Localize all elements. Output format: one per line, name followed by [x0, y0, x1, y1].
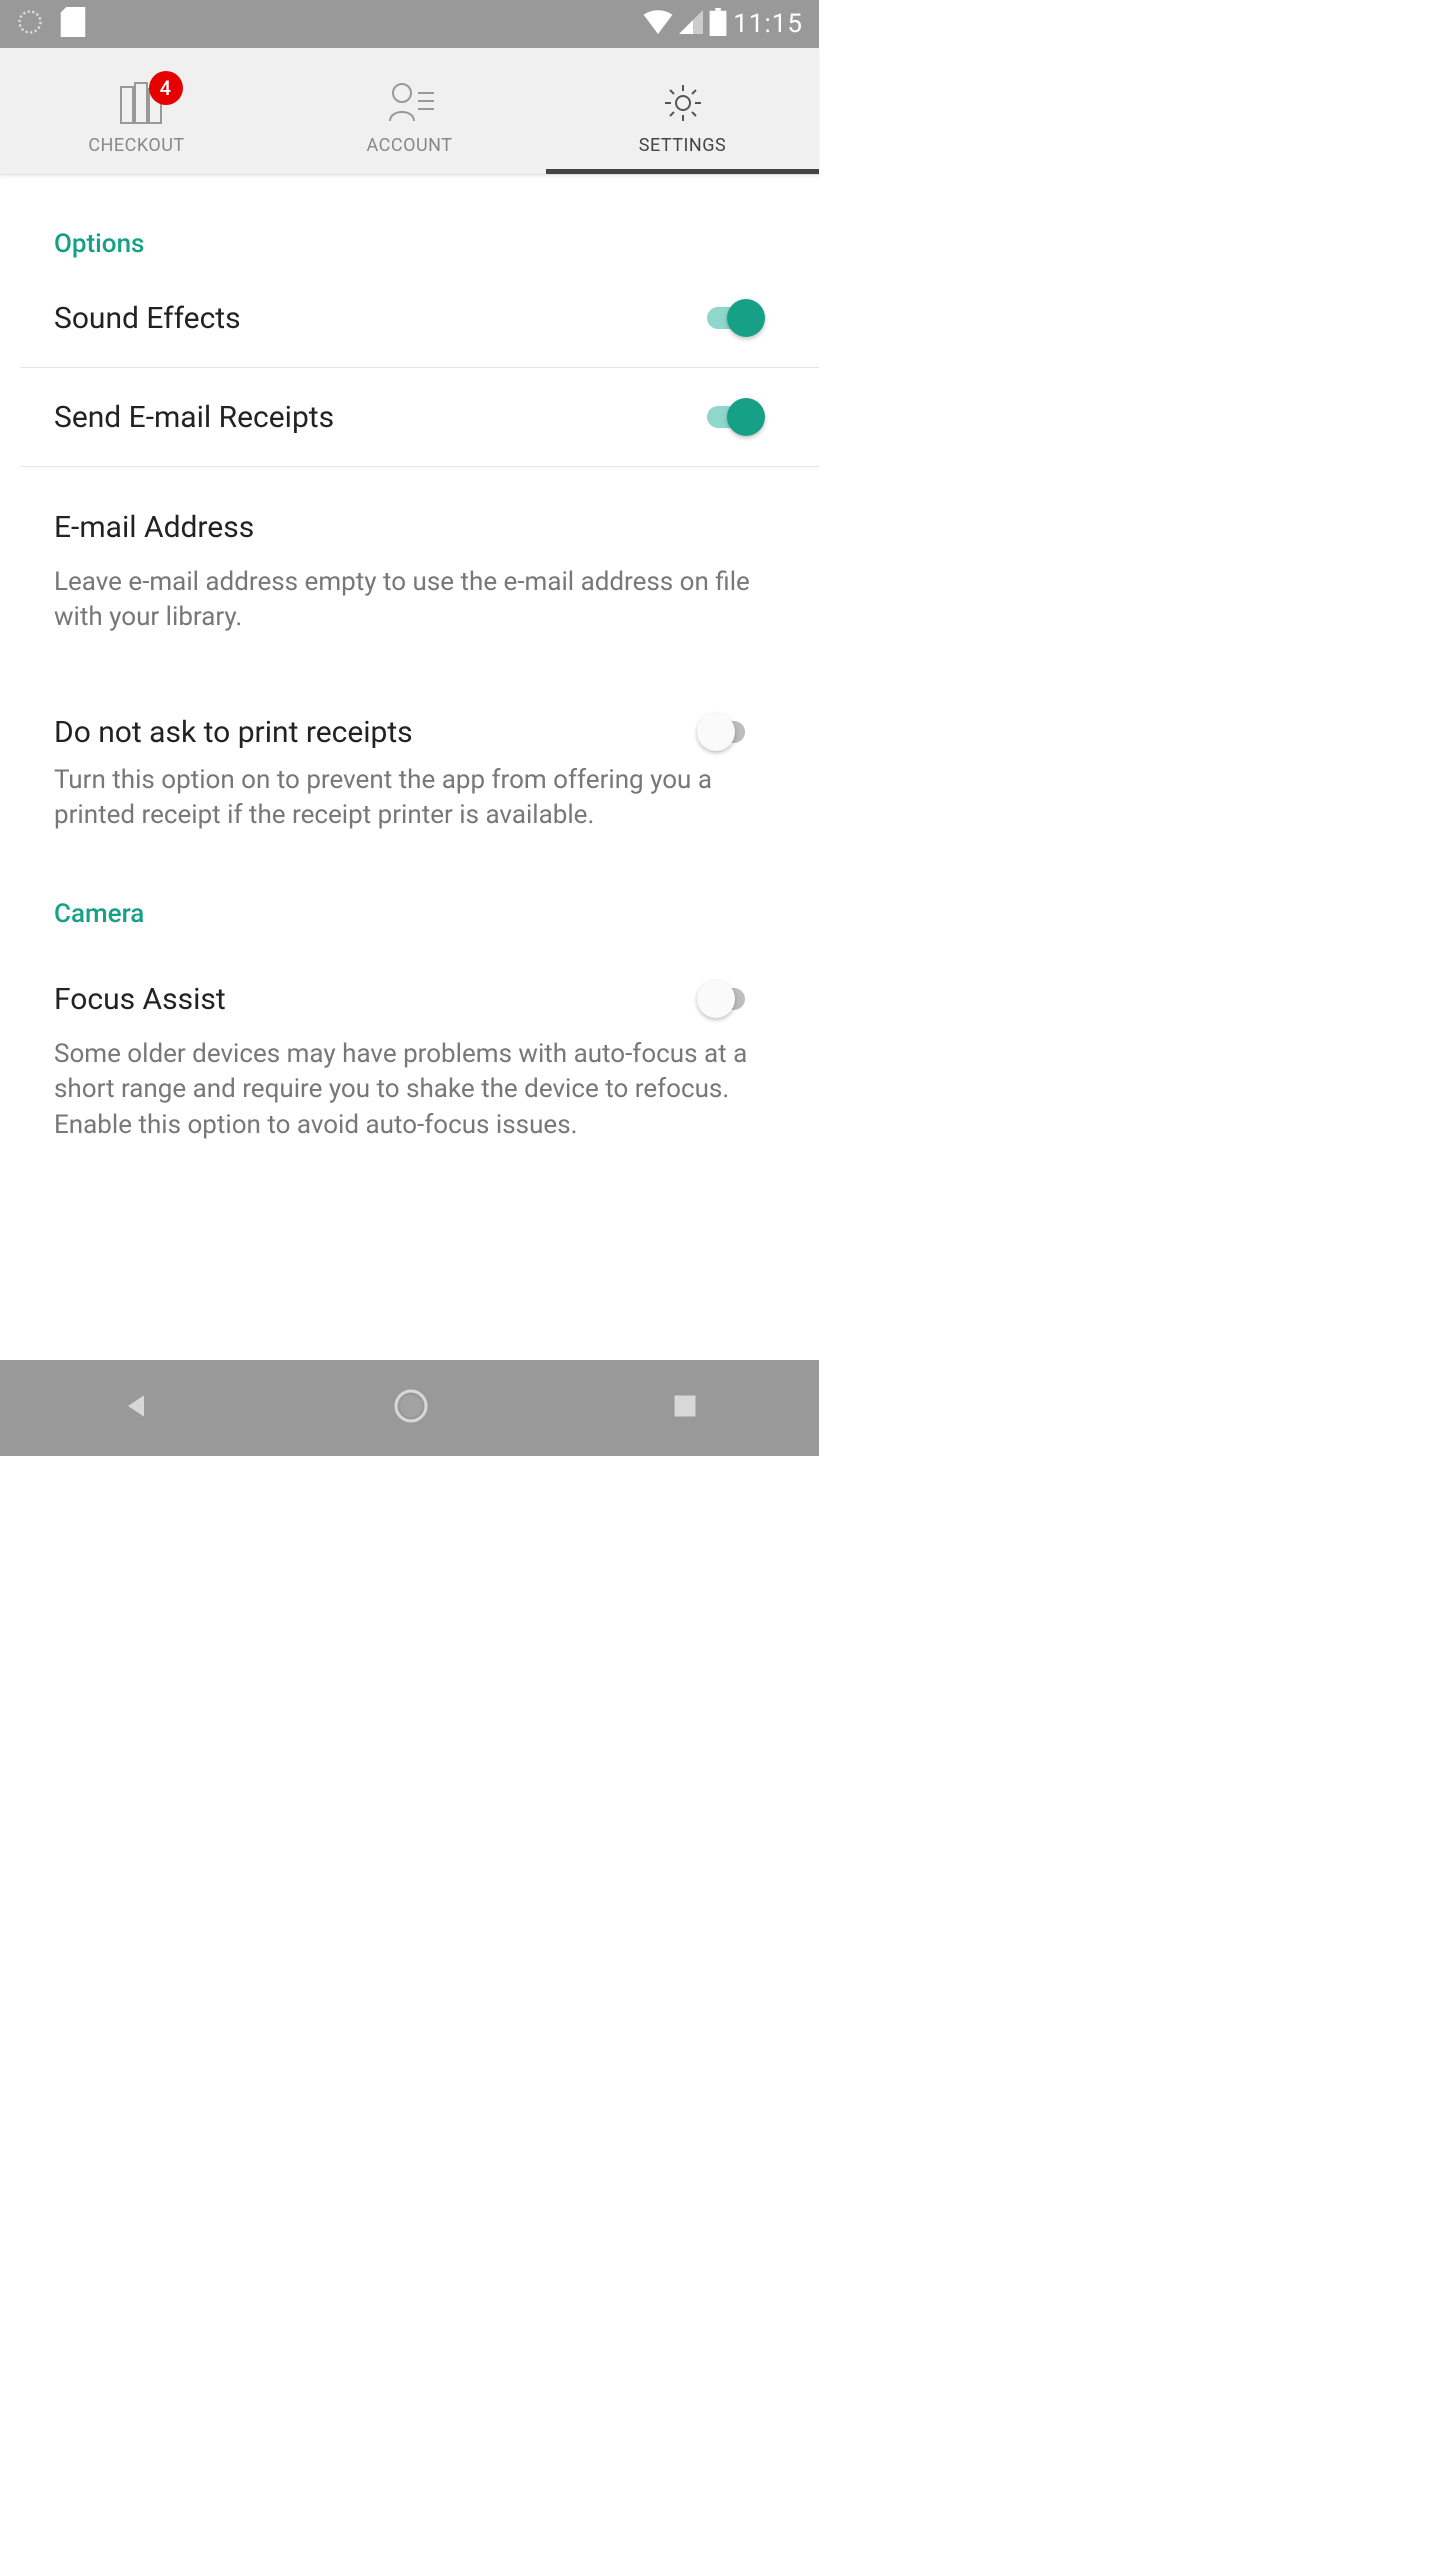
toggle-thumb: [727, 398, 765, 436]
section-title-options: Options: [0, 175, 819, 269]
toggle-sound-effects[interactable]: [697, 299, 765, 337]
row-label: E-mail Address: [54, 510, 765, 545]
toggle-thumb: [697, 980, 735, 1018]
toggle-thumb: [727, 299, 765, 337]
email-address-hint: Leave e-mail address empty to use the e-…: [0, 557, 819, 665]
checkout-badge: 4: [149, 71, 183, 105]
spinner-icon: [16, 8, 44, 40]
sd-card-icon: [60, 7, 86, 41]
tab-account[interactable]: ACCOUNT: [273, 48, 546, 174]
home-icon[interactable]: [391, 1386, 431, 1430]
tab-checkout[interactable]: 4 CHECKOUT: [0, 48, 273, 174]
tab-settings[interactable]: SETTINGS: [546, 48, 819, 174]
system-nav-bar: [0, 1360, 819, 1456]
tab-bar: 4 CHECKOUT ACCOUNT SETTINGS: [0, 48, 819, 175]
row-focus-assist[interactable]: Focus Assist: [0, 939, 819, 1029]
settings-scroll[interactable]: Options Sound Effects Send E-mail Receip…: [0, 175, 819, 1360]
row-label: Sound Effects: [54, 301, 697, 336]
battery-icon: [709, 8, 727, 40]
status-clock: 11:15: [733, 9, 803, 39]
cell-signal-icon: [679, 10, 703, 38]
toggle-no-print-receipts[interactable]: [697, 713, 765, 751]
focus-assist-hint: Some older devices may have problems wit…: [0, 1029, 819, 1172]
no-print-hint: Turn this option on to prevent the app f…: [0, 755, 819, 863]
tab-label: CHECKOUT: [88, 135, 184, 156]
toggle-thumb: [697, 713, 735, 751]
row-email-address[interactable]: E-mail Address: [0, 467, 819, 557]
back-icon[interactable]: [120, 1390, 152, 1426]
wifi-icon: [643, 10, 673, 38]
row-label: Focus Assist: [54, 982, 697, 1017]
gear-icon: [661, 81, 705, 125]
status-bar: 11:15: [0, 0, 819, 48]
books-icon: 4: [115, 81, 159, 125]
toggle-send-email-receipts[interactable]: [697, 398, 765, 436]
tab-label: ACCOUNT: [367, 135, 453, 156]
row-no-print-receipts[interactable]: Do not ask to print receipts: [0, 665, 819, 755]
toggle-focus-assist[interactable]: [697, 980, 765, 1018]
row-label: Send E-mail Receipts: [54, 400, 697, 435]
row-send-email-receipts[interactable]: Send E-mail Receipts: [20, 368, 819, 467]
section-title-camera: Camera: [0, 863, 819, 939]
person-list-icon: [388, 81, 432, 125]
tab-label: SETTINGS: [639, 135, 726, 156]
recent-apps-icon[interactable]: [671, 1392, 699, 1424]
row-label: Do not ask to print receipts: [54, 715, 697, 750]
row-sound-effects[interactable]: Sound Effects: [20, 269, 819, 368]
